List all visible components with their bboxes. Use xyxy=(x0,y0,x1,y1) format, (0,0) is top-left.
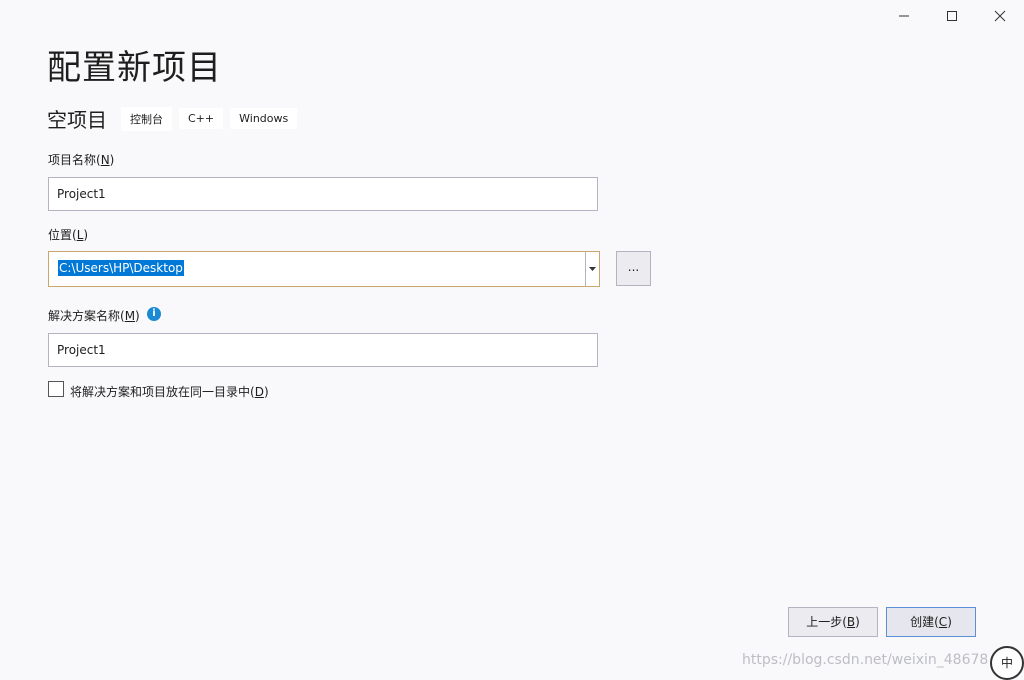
avatar: 中 xyxy=(990,646,1024,680)
location-combobox[interactable]: C:\Users\HP\Desktop xyxy=(48,251,600,287)
same-directory-checkbox[interactable] xyxy=(48,381,64,397)
watermark-text: https://blog.csdn.net/weixin_48678 xyxy=(742,652,989,668)
back-button[interactable]: 上一步(B) xyxy=(788,607,878,637)
minimize-button[interactable] xyxy=(880,0,928,32)
maximize-icon xyxy=(947,11,957,21)
create-button[interactable]: 创建(C) xyxy=(886,607,976,637)
solution-name-input[interactable]: Project1 xyxy=(48,333,598,367)
close-button[interactable] xyxy=(976,0,1024,32)
project-name-label: 项目名称(N) xyxy=(48,153,115,167)
close-icon xyxy=(994,10,1006,22)
window-controls xyxy=(880,0,1024,32)
tag-cpp: C++ xyxy=(179,108,224,129)
template-name: 空项目 xyxy=(47,108,107,132)
page-title: 配置新项目 xyxy=(47,48,222,88)
tag-windows: Windows xyxy=(230,108,298,129)
chevron-down-icon xyxy=(589,267,596,271)
project-name-input[interactable]: Project1 xyxy=(48,177,598,211)
location-label: 位置(L) xyxy=(48,228,89,242)
solution-name-label: 解决方案名称(M) xyxy=(48,309,140,323)
info-icon[interactable]: i xyxy=(147,307,161,321)
location-dropdown-button[interactable] xyxy=(585,252,599,286)
maximize-button[interactable] xyxy=(928,0,976,32)
minimize-icon xyxy=(899,15,909,17)
browse-button[interactable]: ... xyxy=(616,251,651,286)
template-info: 空项目 控制台 C++ Windows xyxy=(47,104,304,133)
tag-console: 控制台 xyxy=(121,106,172,131)
location-input-value[interactable]: C:\Users\HP\Desktop xyxy=(58,260,184,276)
same-directory-label[interactable]: 将解决方案和项目放在同一目录中(D) xyxy=(70,383,269,400)
